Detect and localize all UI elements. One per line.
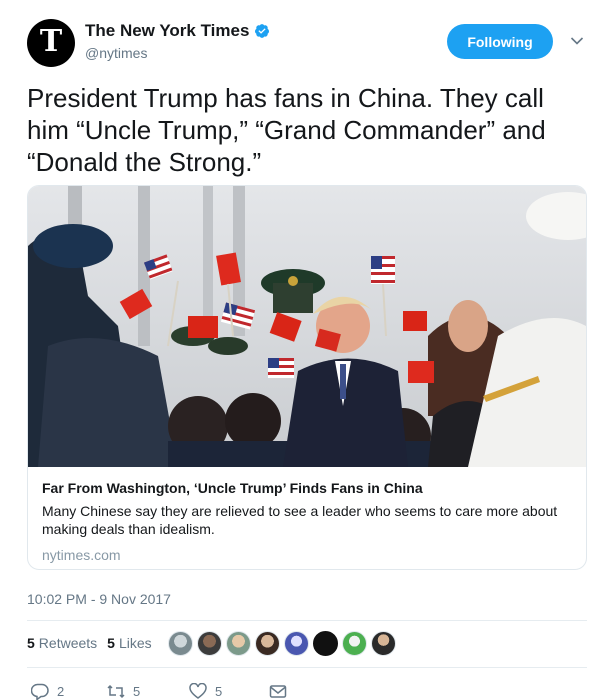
verified-badge-icon: [255, 24, 270, 38]
reply-icon: [31, 683, 49, 700]
retweets-label: Retweets: [38, 635, 98, 651]
likes-label: Likes: [118, 635, 152, 651]
tweet-header: T The New York Times @nytimes Following: [0, 0, 609, 80]
following-button[interactable]: Following: [447, 24, 553, 59]
tweet-actions: 2 5 5: [27, 683, 587, 700]
tweet-timestamp[interactable]: 10:02 PM - 9 Nov 2017: [27, 591, 171, 607]
retweet-count: 5: [133, 684, 141, 699]
card-domain: nytimes.com: [42, 547, 121, 563]
liker-avatar[interactable]: [168, 631, 193, 656]
likes-stat[interactable]: 5 Likes: [107, 635, 151, 651]
card-body: Far From Washington, ‘Uncle Trump’ Finds…: [42, 478, 572, 564]
direct-message-action[interactable]: [269, 683, 295, 700]
retweets-count: 5: [27, 635, 35, 651]
link-card[interactable]: Far From Washington, ‘Uncle Trump’ Finds…: [27, 185, 587, 570]
divider: [27, 667, 587, 668]
engagement-stats: 5 Retweets 5 Likes: [27, 635, 162, 651]
tweet-text: President Trump has fans in China. They …: [27, 83, 546, 177]
likes-count: 5: [107, 635, 115, 651]
display-name[interactable]: The New York Times: [85, 21, 249, 41]
liker-avatar[interactable]: [284, 631, 309, 656]
liker-avatar[interactable]: [255, 631, 280, 656]
like-count: 5: [215, 684, 223, 699]
reply-count: 2: [57, 684, 65, 699]
card-photo: [28, 186, 586, 467]
name-row: The New York Times: [85, 21, 270, 41]
reply-action[interactable]: 2: [31, 683, 64, 700]
envelope-icon: [269, 685, 287, 698]
user-handle[interactable]: @nytimes: [85, 45, 147, 61]
card-description: Many Chinese say they are relieved to se…: [42, 503, 558, 537]
liker-avatar[interactable]: [197, 631, 222, 656]
retweet-action[interactable]: 5: [107, 683, 140, 700]
heart-icon: [189, 683, 207, 699]
liker-avatar[interactable]: [342, 631, 367, 656]
liker-avatar[interactable]: [226, 631, 251, 656]
nyt-logo: T: [39, 24, 63, 59]
avatar[interactable]: T: [27, 19, 75, 67]
divider: [27, 620, 587, 621]
like-action[interactable]: 5: [189, 683, 222, 700]
liker-avatar[interactable]: [313, 631, 338, 656]
card-title[interactable]: Far From Washington, ‘Uncle Trump’ Finds…: [42, 478, 572, 498]
liker-avatars: [168, 631, 400, 656]
retweet-icon: [107, 684, 125, 699]
retweets-stat[interactable]: 5 Retweets: [27, 635, 97, 651]
liker-avatar[interactable]: [371, 631, 396, 656]
chevron-down-icon[interactable]: [570, 36, 584, 46]
